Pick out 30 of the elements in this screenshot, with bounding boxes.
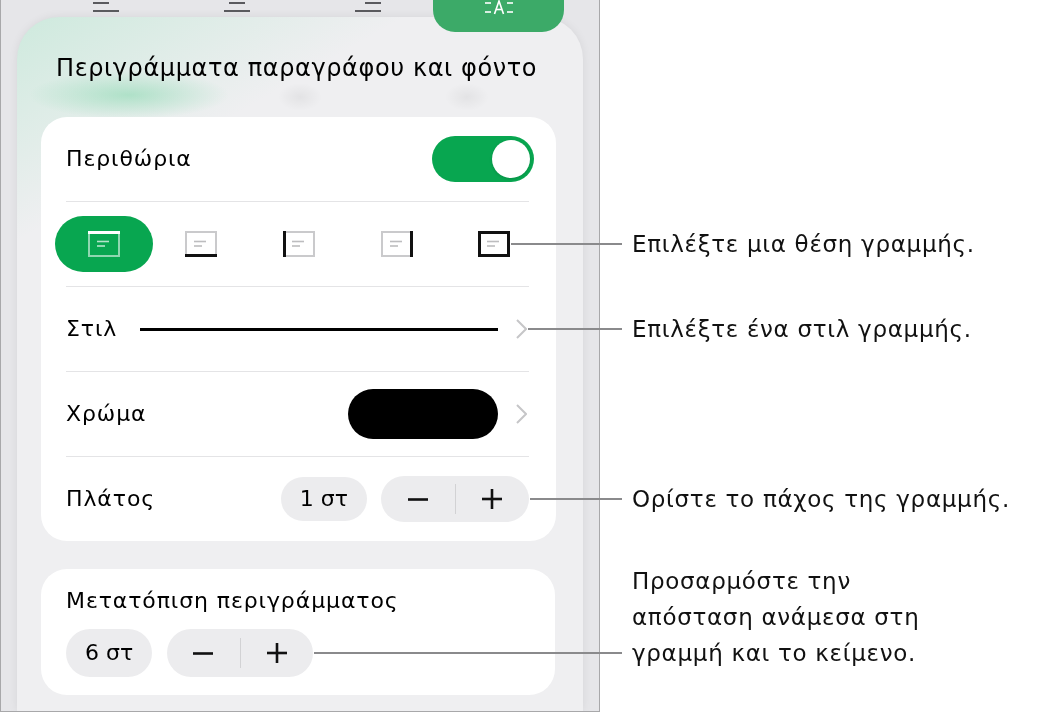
right-border-icon	[380, 231, 413, 257]
align-left-icon	[92, 0, 119, 13]
chevron-icon	[516, 319, 527, 339]
offset-label: Μετατόπιση περιγράμματος	[66, 587, 400, 615]
width-label: Πλάτος	[66, 485, 156, 513]
callout-text: Επιλέξτε ένα στιλ γραμμής.	[632, 315, 972, 344]
left-border-icon	[283, 231, 315, 257]
minus-icon	[407, 497, 428, 501]
toolbar-button[interactable]	[433, 0, 564, 32]
panel-title: Περιγράμματα παραγράφου και φόντο	[56, 54, 539, 82]
top-border-icon	[87, 231, 120, 257]
style-label: Στιλ	[66, 315, 118, 343]
box-border-icon	[478, 231, 511, 257]
width-value-field[interactable]: 1 στ	[280, 477, 367, 521]
align-right-icon	[354, 0, 381, 13]
plus-icon	[482, 489, 503, 509]
bottom-border-icon	[185, 231, 218, 257]
callout-text: Επιλέξτε μια θέση γραμμής.	[632, 230, 975, 259]
align-center-icon	[223, 0, 250, 13]
borders-toggle[interactable]	[432, 136, 534, 182]
color-swatch[interactable]	[348, 389, 498, 439]
offset-value-field[interactable]: 6 στ	[66, 629, 153, 677]
callout-text: Προσαρμόστε την απόσταση ανάμεσα στη γραμμή και το κείμενο.	[632, 567, 921, 668]
plus-icon	[266, 643, 287, 663]
borders-label: Περιθώρια	[66, 145, 192, 173]
text-frame-icon	[484, 0, 513, 15]
chevron-icon	[516, 404, 527, 424]
minus-icon	[193, 651, 214, 655]
callout-text: Ορίστε το πάχος της γραμμής.	[632, 485, 1010, 514]
color-label: Χρώμα	[66, 400, 147, 428]
